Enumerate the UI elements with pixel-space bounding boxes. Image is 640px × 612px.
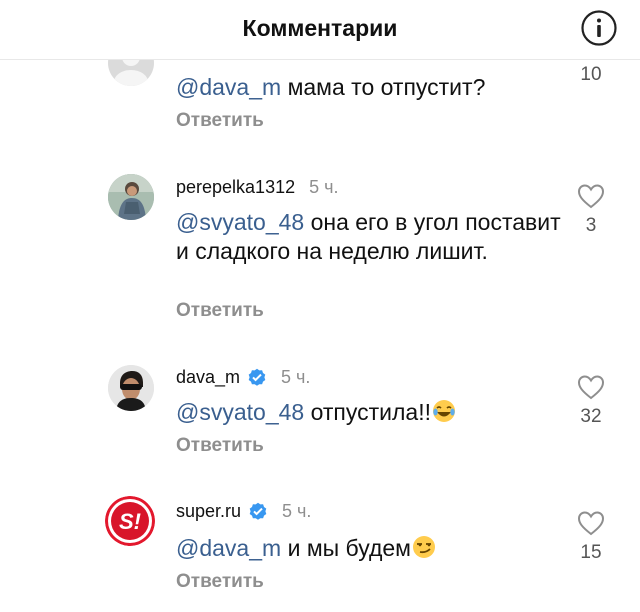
comment-meta: super.ru 5 ч. <box>176 501 311 522</box>
username[interactable]: dava_m <box>176 367 240 388</box>
comment-text: @svyato_48 она его в угол поставит и сла… <box>176 209 561 264</box>
smirk-emoji <box>412 536 435 558</box>
comment-meta: dava_m 5 ч. <box>176 367 310 388</box>
verified-badge-icon <box>249 502 267 520</box>
timestamp: 5 ч. <box>309 177 339 197</box>
like-count: 15 <box>580 542 602 563</box>
reply-button[interactable]: Ответить <box>176 571 264 593</box>
avatar[interactable]: S! <box>105 496 155 546</box>
comment-text: @dava_m и мы будем <box>176 534 566 563</box>
comment-text: @svyato_48 отпустила!! <box>176 398 566 427</box>
comments-list[interactable]: @dava_m мама то отпустит? Ответить 10 pe… <box>0 0 640 612</box>
like-count: 10 <box>580 64 602 85</box>
username[interactable]: perepelka1312 <box>176 177 295 198</box>
laughing-tears-emoji <box>432 400 455 422</box>
page-title: Комментарии <box>242 15 398 41</box>
header-bar: Комментарии <box>0 0 640 60</box>
avatar[interactable] <box>108 174 154 220</box>
like-control[interactable]: 32 <box>575 374 607 428</box>
comment-meta: perepelka1312 5 ч. <box>176 177 339 198</box>
mention-link[interactable]: @svyato_48 <box>176 399 304 425</box>
mention-link[interactable]: @svyato_48 <box>176 209 304 235</box>
avatar[interactable] <box>108 365 154 411</box>
super-logo-text: S! <box>119 509 141 534</box>
like-control[interactable]: 3 <box>575 183 607 237</box>
reply-button[interactable]: Ответить <box>176 300 264 322</box>
comment-text: @dava_m мама то отпустит? <box>176 74 486 100</box>
reply-button[interactable]: Ответить <box>176 435 264 457</box>
heart-icon[interactable] <box>577 510 605 536</box>
like-count: 3 <box>585 215 597 236</box>
verified-badge-icon <box>248 368 266 386</box>
mention-link[interactable]: @dava_m <box>176 535 281 561</box>
like-count: 32 <box>580 406 602 427</box>
timestamp: 5 ч. <box>282 501 312 521</box>
timestamp: 5 ч. <box>281 367 311 387</box>
reply-button[interactable]: Ответить <box>176 110 264 132</box>
like-control[interactable]: 15 <box>575 510 607 564</box>
heart-icon[interactable] <box>577 183 605 209</box>
heart-icon[interactable] <box>577 374 605 400</box>
mention-link[interactable]: @dava_m <box>176 74 281 100</box>
info-circle-icon[interactable] <box>580 9 618 47</box>
username[interactable]: super.ru <box>176 501 241 522</box>
